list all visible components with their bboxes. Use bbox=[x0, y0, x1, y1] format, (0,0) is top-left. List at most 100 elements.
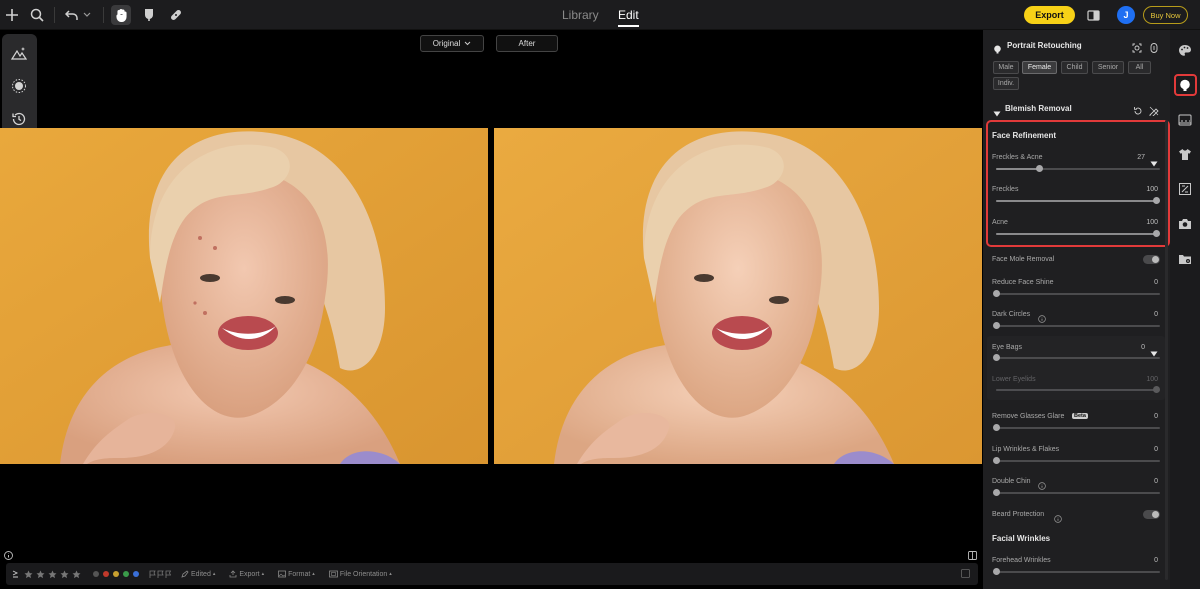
reduce-face-shine-slider[interactable] bbox=[993, 290, 1160, 297]
freckles-acne-value[interactable]: 27 bbox=[1115, 154, 1145, 161]
reduce-face-shine-value[interactable]: 0 bbox=[1128, 279, 1158, 286]
group-tag-male[interactable]: Male bbox=[993, 61, 1019, 74]
eye-bags-slider[interactable] bbox=[993, 354, 1160, 361]
forehead-wrinkles-label: Forehead Wrinkles bbox=[992, 557, 1051, 564]
camera-icon[interactable] bbox=[1177, 216, 1193, 232]
double-chin-slider[interactable] bbox=[993, 489, 1160, 496]
color-label-filter[interactable] bbox=[93, 571, 139, 577]
eraser-icon[interactable] bbox=[1149, 103, 1159, 121]
palette-icon[interactable] bbox=[1177, 42, 1193, 58]
reduce-face-shine-knob[interactable] bbox=[993, 290, 1000, 297]
tab-library[interactable]: Library bbox=[562, 8, 599, 22]
edited-filter[interactable]: Edited ▴ bbox=[181, 570, 215, 578]
eye-bags-expand-icon[interactable] bbox=[1150, 344, 1158, 362]
user-avatar[interactable]: J bbox=[1117, 6, 1135, 24]
shirt-icon[interactable] bbox=[1177, 146, 1193, 162]
history-icon[interactable] bbox=[10, 110, 28, 128]
panel-options-icon[interactable] bbox=[1150, 40, 1158, 58]
export-button[interactable]: Export bbox=[1024, 6, 1075, 24]
radial-mask-icon[interactable] bbox=[10, 77, 28, 95]
panel-scrollbar[interactable] bbox=[1165, 120, 1168, 580]
beard-protection-label: Beard Protection bbox=[992, 511, 1045, 518]
export-icon bbox=[229, 570, 237, 578]
lower-eyelids-label: Lower Eyelids bbox=[992, 376, 1036, 383]
lip-wrinkles-knob[interactable] bbox=[993, 457, 1000, 464]
freckles-knob[interactable] bbox=[1153, 197, 1160, 204]
portrait-module-highlight bbox=[1174, 74, 1197, 96]
color-label-dot[interactable] bbox=[113, 571, 119, 577]
color-label-dot[interactable] bbox=[123, 571, 129, 577]
before-photo bbox=[0, 128, 488, 464]
freckles-label: Freckles bbox=[992, 186, 1019, 193]
flag-filter[interactable] bbox=[149, 570, 171, 578]
panel-toggle-icon[interactable] bbox=[961, 568, 970, 580]
acne-knob[interactable] bbox=[1153, 230, 1160, 237]
remove-glasses-glare-knob[interactable] bbox=[993, 424, 1000, 431]
rating-filter-icon[interactable] bbox=[12, 570, 19, 578]
star-rating[interactable] bbox=[24, 570, 81, 579]
undo-history-chevron-icon[interactable] bbox=[82, 6, 92, 24]
dark-circles-value[interactable]: 0 bbox=[1128, 311, 1158, 318]
color-label-dot[interactable] bbox=[103, 571, 109, 577]
eye-bags-label: Eye Bags bbox=[992, 344, 1022, 351]
hand-tool-icon[interactable] bbox=[111, 5, 131, 25]
portrait-retouching-title: Portrait Retouching bbox=[1007, 41, 1082, 50]
format-filter[interactable]: Format ▴ bbox=[278, 570, 315, 578]
flag-icon bbox=[149, 570, 171, 578]
ai-landscape-icon[interactable] bbox=[10, 44, 28, 62]
acne-value[interactable]: 100 bbox=[1128, 219, 1158, 226]
buy-now-button[interactable]: Buy Now bbox=[1143, 6, 1188, 24]
color-label-dot[interactable] bbox=[93, 571, 99, 577]
retouch-brush-icon[interactable] bbox=[140, 6, 158, 24]
crop-transform-icon[interactable] bbox=[1177, 181, 1193, 197]
add-icon[interactable] bbox=[3, 6, 21, 24]
dark-circles-label: Dark Circles bbox=[992, 311, 1031, 318]
reset-icon[interactable] bbox=[1133, 103, 1143, 121]
beard-protection-info-icon[interactable] bbox=[1054, 510, 1062, 528]
forehead-wrinkles-knob[interactable] bbox=[993, 568, 1000, 575]
double-chin-knob[interactable] bbox=[993, 489, 1000, 496]
file-orientation-filter[interactable]: File Orientation ▴ bbox=[328, 570, 392, 578]
freckles-value[interactable]: 100 bbox=[1128, 186, 1158, 193]
freckles-acne-slider[interactable] bbox=[996, 165, 1160, 172]
freckles-slider[interactable] bbox=[996, 197, 1160, 204]
tab-edit[interactable]: Edit bbox=[618, 8, 639, 27]
eye-bags-value[interactable]: 0 bbox=[1115, 344, 1145, 351]
double-chin-value[interactable]: 0 bbox=[1128, 478, 1158, 485]
group-tag-senior[interactable]: Senior bbox=[1092, 61, 1124, 74]
eye-bags-knob[interactable] bbox=[993, 354, 1000, 361]
dark-circles-knob[interactable] bbox=[993, 322, 1000, 329]
after-view-button[interactable]: After bbox=[496, 35, 558, 52]
acne-slider[interactable] bbox=[996, 230, 1160, 237]
bottom-filter-bar: Edited ▴ Export ▴ Format ▴ File Orientation… bbox=[6, 563, 978, 585]
face-select-icon[interactable] bbox=[1132, 40, 1142, 58]
lip-wrinkles-slider[interactable] bbox=[993, 457, 1160, 464]
face-mole-removal-toggle[interactable] bbox=[1143, 255, 1160, 264]
freckles-acne-knob[interactable] bbox=[1036, 165, 1043, 172]
compare-view-icon[interactable] bbox=[1084, 6, 1102, 24]
blemish-removal-title: Blemish Removal bbox=[1005, 104, 1072, 113]
group-tag-all[interactable]: All bbox=[1128, 61, 1151, 74]
landscape-icon[interactable] bbox=[1177, 112, 1193, 128]
color-label-dot[interactable] bbox=[133, 571, 139, 577]
search-icon[interactable] bbox=[28, 6, 46, 24]
group-tag-female[interactable]: Female bbox=[1022, 61, 1057, 74]
dark-circles-slider[interactable] bbox=[993, 322, 1160, 329]
forehead-wrinkles-value[interactable]: 0 bbox=[1128, 557, 1158, 564]
lip-wrinkles-value[interactable]: 0 bbox=[1128, 446, 1158, 453]
forehead-wrinkles-slider[interactable] bbox=[993, 568, 1160, 575]
original-view-dropdown[interactable]: Original bbox=[420, 35, 484, 52]
folder-settings-icon[interactable] bbox=[1177, 251, 1193, 267]
chevron-down-icon bbox=[464, 41, 471, 46]
bandage-healing-icon[interactable] bbox=[167, 6, 185, 24]
group-tag-child[interactable]: Child bbox=[1061, 61, 1088, 74]
export-filter-label: Export bbox=[239, 570, 260, 578]
face-mole-removal-label: Face Mole Removal bbox=[992, 256, 1055, 263]
double-chin-label: Double Chin bbox=[992, 478, 1031, 485]
export-filter[interactable]: Export ▴ bbox=[229, 570, 264, 578]
beard-protection-toggle[interactable] bbox=[1143, 510, 1160, 519]
remove-glasses-glare-slider[interactable] bbox=[993, 424, 1160, 431]
undo-icon[interactable] bbox=[63, 6, 81, 24]
remove-glasses-glare-value[interactable]: 0 bbox=[1128, 413, 1158, 420]
group-tag-individual[interactable]: Indiv. bbox=[993, 77, 1019, 90]
